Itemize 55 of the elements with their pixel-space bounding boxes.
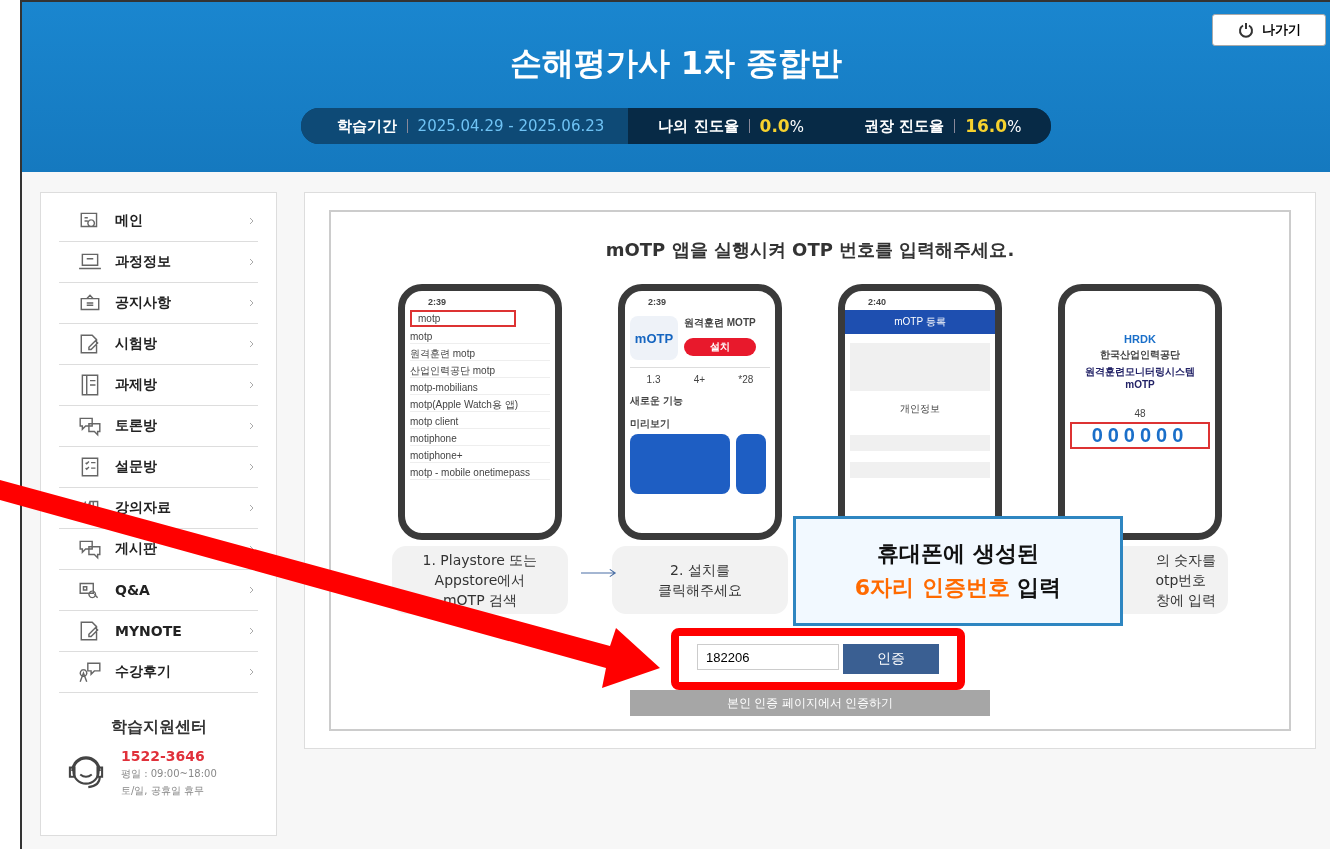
timer-text: 48 xyxy=(1133,408,1147,419)
support-phone: 1522-3646 xyxy=(121,748,206,764)
preview-block xyxy=(736,434,766,494)
course-title: 손해평가사 1차 종합반 xyxy=(509,43,843,84)
menu-item[interactable]: 공지사항 xyxy=(59,283,258,324)
section-title: 새로운 기능 xyxy=(630,394,684,408)
menu-item[interactable]: MYNOTE xyxy=(59,611,258,652)
app-name: 원격훈련 MOTP xyxy=(684,316,756,330)
app-bar: mOTP 등록 xyxy=(845,310,995,334)
search-result: 산업인력공단 motp xyxy=(410,364,550,378)
power-icon xyxy=(1237,22,1254,38)
support-hours: 평일 : 09:00~18:00 xyxy=(121,767,217,781)
support-title: 학습지원센터 xyxy=(109,717,208,738)
arrow-icon xyxy=(581,568,617,578)
stat-label: 학습기간 xyxy=(336,116,397,136)
stat-label: 권장 진도율 xyxy=(863,116,945,136)
section-title: 개인정보 xyxy=(899,402,941,416)
menu-item[interactable]: 과제방 xyxy=(59,365,258,406)
menu-item[interactable]: 시험방 xyxy=(59,324,258,365)
menu-item[interactable]: Q&A xyxy=(59,570,258,611)
phone-time: 2:39 xyxy=(647,297,667,307)
menu-item[interactable]: 설문방 xyxy=(59,447,258,488)
app-stat: *28 xyxy=(738,374,754,385)
search-result: motiphone xyxy=(410,432,550,446)
search-result: motp(Apple Watch용 앱) xyxy=(410,398,550,412)
stat-value: 16.0% xyxy=(965,116,1022,136)
org-name: 한국산업인력공단 xyxy=(1099,348,1181,362)
exit-button[interactable]: 나가기 xyxy=(1212,14,1326,46)
search-result: motp - mobile onetimepass xyxy=(410,466,550,480)
app-stat: 1.3 xyxy=(646,374,661,385)
otp-code: 000000 xyxy=(1070,422,1210,449)
search-result: motp-mobilians xyxy=(410,381,550,395)
brand-logo: HRDK xyxy=(1123,333,1157,345)
search-result: 원격훈련 motp xyxy=(410,347,550,361)
menu-item[interactable]: 토론방 xyxy=(59,406,258,447)
menu-item[interactable]: 메인 xyxy=(59,201,258,242)
phone-time: 2:40 xyxy=(867,297,887,307)
system-name: 원격훈련모니터링시스템 mOTP xyxy=(1084,365,1196,391)
stat-value: 0.0% xyxy=(759,116,804,136)
search-result: motp client xyxy=(410,415,550,429)
app-logo: mOTP xyxy=(630,316,678,360)
search-result: motp xyxy=(410,330,550,344)
step-caption: 2. 설치를 클릭해주세요 xyxy=(612,546,788,614)
search-result: motiphone+ xyxy=(410,449,550,463)
stat-label: 나의 진도율 xyxy=(658,116,739,136)
stat-value: 2025.04.29 - 2025.06.23 xyxy=(417,117,605,135)
menu-item[interactable]: 수강후기 xyxy=(59,652,258,693)
verify-button[interactable]: 인증 xyxy=(843,644,939,674)
menu-item[interactable]: 과정정보 xyxy=(59,242,258,283)
otp-instruction: mOTP 앱을 실행시켜 OTP 번호를 입력해주세요. xyxy=(605,238,1015,262)
section-title: 미리보기 xyxy=(630,417,671,431)
app-stat: 4+ xyxy=(693,374,706,385)
otp-input[interactable]: 182206 xyxy=(697,644,839,670)
support-holiday: 토/일, 공휴일 휴무 xyxy=(121,784,205,798)
phone-time: 2:39 xyxy=(427,297,447,307)
